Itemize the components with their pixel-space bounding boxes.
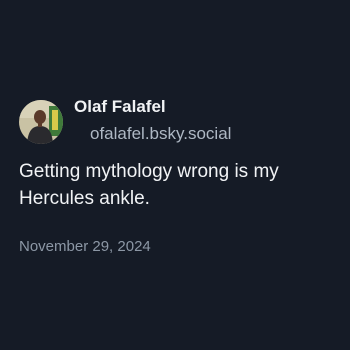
avatar[interactable]: [19, 100, 63, 144]
display-name[interactable]: Olaf Falafel: [74, 97, 231, 117]
avatar-photo-icon: [19, 100, 63, 144]
author-names: Olaf Falafel ofalafel.bsky.social: [74, 97, 231, 144]
post-timestamp: November 29, 2024: [19, 238, 151, 255]
post-header: Olaf Falafel ofalafel.bsky.social: [19, 97, 339, 144]
post-card: Olaf Falafel ofalafel.bsky.social Gettin…: [19, 97, 339, 256]
author-handle[interactable]: ofalafel.bsky.social: [90, 124, 231, 144]
post-text: Getting mythology wrong is my Hercules a…: [19, 161, 279, 209]
